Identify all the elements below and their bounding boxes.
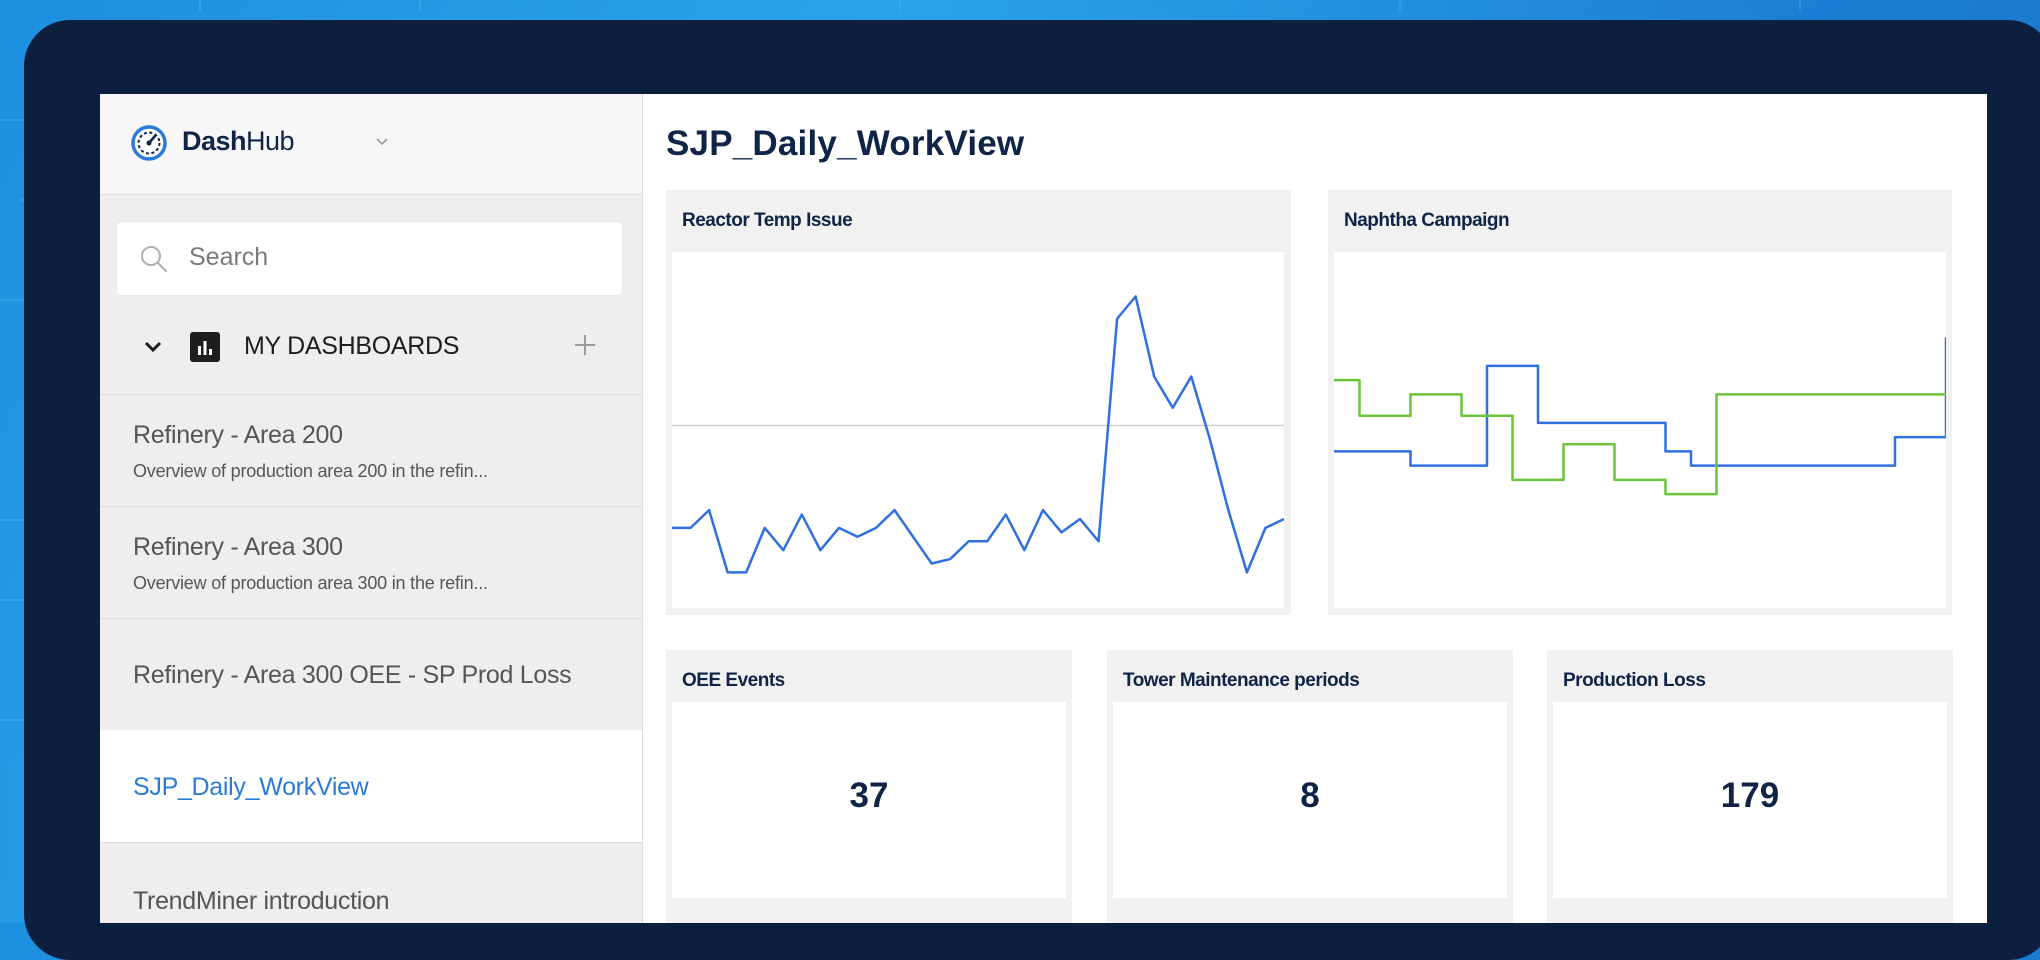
dashboard-item-title: SJP_Daily_WorkView bbox=[133, 773, 369, 801]
gauge-icon bbox=[131, 125, 167, 161]
oee-events-widget[interactable]: OEE Events 37 bbox=[666, 650, 1072, 923]
brand-name-light: Hub bbox=[246, 126, 295, 156]
kpi-panel: 179 bbox=[1553, 702, 1947, 898]
dashboard-item[interactable]: Refinery - Area 300 OEE - SP Prod Loss bbox=[100, 618, 642, 730]
search-input[interactable]: Search bbox=[117, 222, 622, 295]
dashboard-item-title: Refinery - Area 300 OEE - SP Prod Loss bbox=[133, 661, 572, 689]
dashboard-icon bbox=[190, 332, 220, 362]
widget-title: Production Loss bbox=[1563, 670, 1706, 691]
dashboard-item-title: Refinery - Area 300 bbox=[133, 533, 343, 561]
add-dashboard-icon[interactable] bbox=[570, 330, 600, 360]
dashboard-item-description: Overview of production area 300 in the r… bbox=[133, 573, 488, 593]
series-line-0[interactable] bbox=[672, 295, 1284, 574]
kpi-panel: 8 bbox=[1113, 702, 1507, 898]
tower-maintenance-widget[interactable]: Tower Maintenance periods 8 bbox=[1107, 650, 1513, 923]
dashboard-item-title: Refinery - Area 200 bbox=[133, 421, 343, 449]
main-content: SJP_Daily_WorkView Reactor Temp Issue Na… bbox=[642, 94, 1987, 923]
kpi-value: 37 bbox=[849, 776, 889, 815]
naphtha-campaign-chart[interactable] bbox=[1334, 252, 1946, 608]
series-line-0[interactable] bbox=[1334, 337, 1946, 467]
widget-title: OEE Events bbox=[682, 670, 785, 691]
brand-name-bold: Dash bbox=[182, 126, 247, 156]
widget-title: Tower Maintenance periods bbox=[1123, 670, 1360, 691]
naphtha-campaign-widget[interactable]: Naphtha Campaign bbox=[1328, 190, 1952, 615]
widget-title: Reactor Temp Issue bbox=[682, 210, 853, 231]
page-title: SJP_Daily_WorkView bbox=[666, 124, 1025, 163]
dashboard-item-title: TrendMiner introduction bbox=[133, 887, 390, 915]
dashboard-item[interactable]: Refinery - Area 300 Overview of producti… bbox=[100, 506, 642, 618]
kpi-value: 179 bbox=[1720, 776, 1780, 815]
dashboard-item[interactable]: Refinery - Area 200 Overview of producti… bbox=[100, 394, 642, 506]
search-icon bbox=[141, 246, 168, 273]
dashboard-item-active[interactable]: SJP_Daily_WorkView bbox=[100, 730, 642, 842]
kpi-value: 8 bbox=[1300, 776, 1320, 815]
app-screen: DashHub Search MY DASHBOARDS Refinery - … bbox=[100, 94, 1987, 923]
dashboard-item-description: Overview of production area 200 in the r… bbox=[133, 461, 488, 481]
chevron-down-icon[interactable] bbox=[375, 137, 389, 147]
kpi-panel: 37 bbox=[672, 702, 1066, 898]
production-loss-widget[interactable]: Production Loss 179 bbox=[1547, 650, 1953, 923]
dashboard-item[interactable]: TrendMiner introduction bbox=[100, 842, 642, 923]
widget-title: Naphtha Campaign bbox=[1344, 210, 1510, 231]
sidebar: DashHub Search MY DASHBOARDS Refinery - … bbox=[100, 94, 643, 923]
chevron-down-icon[interactable] bbox=[144, 340, 162, 354]
series-line-1[interactable] bbox=[1334, 378, 1946, 496]
brand-header[interactable]: DashHub bbox=[100, 94, 642, 195]
section-label: MY DASHBOARDS bbox=[244, 332, 460, 360]
reactor-temp-widget[interactable]: Reactor Temp Issue bbox=[666, 190, 1291, 615]
reactor-temp-chart[interactable] bbox=[672, 252, 1284, 608]
search-placeholder: Search bbox=[189, 243, 269, 271]
my-dashboards-section[interactable]: MY DASHBOARDS bbox=[100, 310, 642, 390]
brand-name: DashHub bbox=[182, 126, 295, 157]
